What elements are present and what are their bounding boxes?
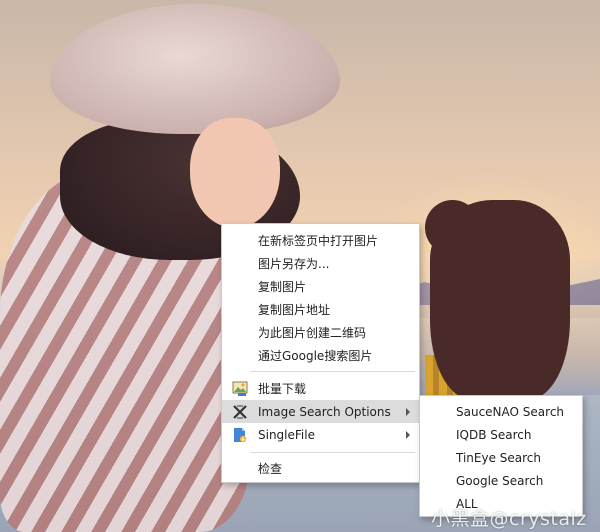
submenu-item-label: IQDB Search: [456, 427, 532, 442]
menu-item-save-image-as[interactable]: 图片另存为...: [222, 252, 419, 275]
menu-item-copy-image-address[interactable]: 复制图片地址: [222, 298, 419, 321]
submenu-item-label: SauceNAO Search: [456, 404, 565, 419]
menu-item-create-qr-code[interactable]: 为此图片创建二维码: [222, 321, 419, 344]
x-search-icon: [231, 403, 248, 420]
submenu-item-tineye-search[interactable]: TinEye Search: [420, 446, 582, 469]
singlefile-icon: [231, 426, 248, 443]
menu-item-open-image-new-tab[interactable]: 在新标签页中打开图片: [222, 229, 419, 252]
menu-item-label: 复制图片: [258, 280, 307, 294]
image-download-icon: [231, 380, 248, 397]
menu-item-label: 复制图片地址: [258, 303, 331, 317]
menu-item-batch-download[interactable]: 批量下载: [222, 377, 419, 400]
menu-item-image-search-options[interactable]: Image Search Options: [222, 400, 419, 423]
menu-item-search-google-image[interactable]: 通过Google搜索图片: [222, 344, 419, 367]
menu-item-label: 图片另存为...: [258, 257, 330, 271]
menu-item-label: 为此图片创建二维码: [258, 326, 367, 340]
sun-hat-illustration: [50, 4, 340, 134]
menu-item-label: 通过Google搜索图片: [258, 349, 373, 363]
submenu-item-saucenao-search[interactable]: SauceNAO Search: [420, 400, 582, 423]
menu-item-label: 检查: [258, 462, 283, 476]
menu-item-label: Image Search Options: [258, 404, 391, 419]
menu-item-copy-image[interactable]: 复制图片: [222, 275, 419, 298]
submenu-item-google-search[interactable]: Google Search: [420, 469, 582, 492]
watermark-text: 小黑盒@crystalz: [431, 508, 587, 530]
submenu-item-iqdb-search[interactable]: IQDB Search: [420, 423, 582, 446]
menu-item-label: 批量下载: [258, 382, 307, 396]
menu-item-label: SingleFile: [258, 427, 315, 442]
menu-item-label: 在新标签页中打开图片: [258, 234, 379, 248]
girl-face-illustration: [190, 118, 280, 228]
menu-separator: [250, 371, 415, 372]
context-menu: 在新标签页中打开图片 图片另存为... 复制图片 复制图片地址 为此图片创建二维…: [221, 223, 420, 483]
submenu-item-label: TinEye Search: [456, 450, 542, 465]
menu-item-inspect[interactable]: 检查: [222, 457, 419, 480]
menu-separator: [250, 452, 415, 453]
cat-head-illustration: [425, 200, 480, 255]
menu-item-singlefile[interactable]: SingleFile: [222, 423, 419, 446]
submenu-arrow-icon: [406, 430, 410, 439]
image-search-submenu: SauceNAO Search IQDB Search TinEye Searc…: [419, 395, 583, 517]
submenu-arrow-icon: [406, 407, 410, 416]
submenu-item-label: Google Search: [456, 473, 544, 488]
